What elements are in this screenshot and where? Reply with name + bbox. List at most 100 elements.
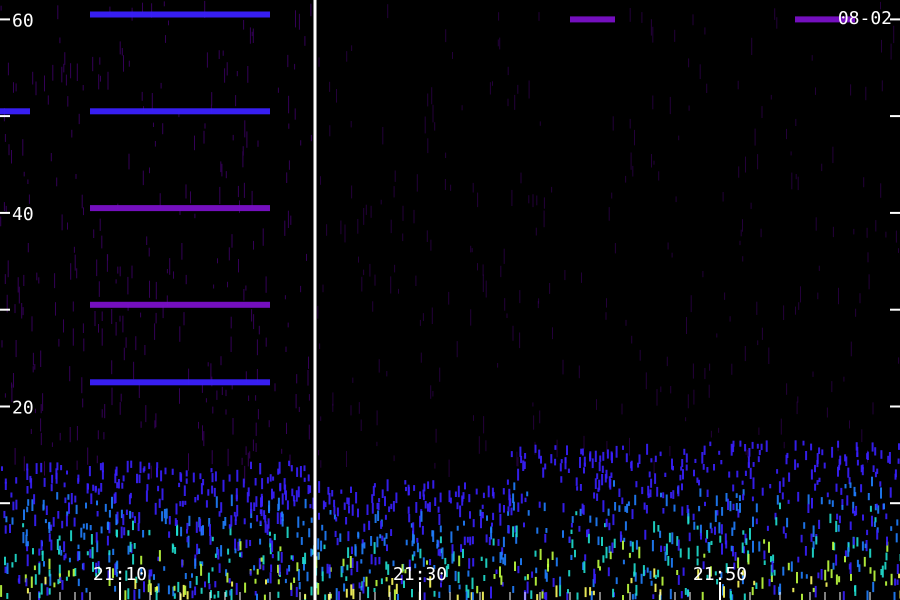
activity-mark: [605, 522, 608, 528]
activity-mark: [749, 467, 752, 479]
activity-mark: [146, 484, 149, 491]
noise-speck: [23, 456, 25, 472]
activity-mark: [823, 462, 826, 469]
noise-speck: [832, 146, 834, 164]
activity-mark: [263, 594, 266, 600]
noise-speck: [248, 395, 250, 401]
noise-speck: [253, 314, 255, 330]
activity-mark: [659, 451, 662, 457]
activity-mark: [317, 552, 320, 560]
noise-speck: [81, 194, 83, 209]
noise-speck: [255, 422, 257, 436]
activity-mark: [531, 571, 534, 578]
activity-mark: [293, 577, 296, 583]
noise-speck: [358, 256, 359, 263]
activity-mark: [807, 494, 810, 505]
noise-speck: [472, 182, 474, 193]
noise-speck: [115, 279, 117, 284]
noise-speck: [745, 156, 746, 173]
activity-mark: [763, 539, 766, 544]
activity-mark: [46, 587, 49, 596]
activity-mark: [568, 536, 571, 543]
activity-mark: [261, 478, 264, 490]
activity-mark: [175, 520, 178, 525]
noise-speck: [73, 246, 75, 253]
noise-speck: [98, 74, 100, 90]
activity-mark: [127, 530, 130, 536]
noise-speck: [629, 437, 630, 456]
activity-mark: [373, 542, 376, 554]
activity-mark: [665, 494, 668, 507]
activity-mark: [757, 456, 760, 463]
noise-speck: [243, 182, 245, 198]
activity-mark: [804, 546, 807, 556]
activity-mark: [622, 445, 624, 450]
noise-speck: [205, 398, 207, 403]
activity-mark: [352, 588, 355, 600]
activity-mark: [188, 515, 191, 527]
activity-mark: [177, 581, 180, 593]
noise-speck: [667, 242, 669, 250]
activity-mark: [377, 502, 380, 511]
activity-mark: [194, 497, 197, 503]
date-label: 08-02: [838, 8, 892, 29]
activity-mark: [571, 539, 574, 549]
activity-mark: [367, 586, 370, 599]
activity-mark: [345, 588, 348, 598]
activity-mark: [706, 467, 709, 473]
activity-mark: [209, 535, 212, 545]
activity-mark: [90, 534, 93, 545]
activity-mark: [607, 508, 610, 516]
activity-mark: [34, 514, 37, 527]
noise-speck: [760, 228, 762, 238]
noise-speck: [288, 95, 290, 114]
noise-speck: [482, 264, 484, 276]
noise-speck: [564, 270, 566, 281]
activity-mark: [765, 440, 768, 452]
noise-speck: [350, 405, 352, 416]
noise-speck: [300, 140, 302, 146]
activity-mark: [295, 586, 298, 598]
activity-mark: [278, 564, 281, 576]
activity-mark: [48, 569, 51, 577]
noise-speck: [22, 307, 24, 316]
activity-mark: [228, 578, 231, 584]
activity-mark: [117, 479, 120, 489]
activity-mark: [526, 581, 529, 594]
activity-mark: [647, 493, 650, 499]
activity-mark: [260, 497, 262, 508]
activity-mark: [701, 591, 704, 600]
noise-speck: [206, 52, 208, 68]
noise-speck: [194, 135, 195, 151]
noise-speck: [131, 265, 133, 279]
activity-mark: [838, 515, 841, 524]
activity-mark: [379, 534, 382, 539]
activity-mark: [714, 510, 717, 522]
activity-mark: [200, 587, 203, 594]
activity-mark: [790, 561, 793, 572]
activity-mark: [368, 569, 371, 574]
activity-mark: [4, 566, 7, 574]
activity-mark: [510, 507, 513, 516]
activity-mark: [297, 486, 300, 498]
activity-mark: [380, 520, 383, 529]
noise-speck: [249, 451, 251, 459]
activity-mark: [195, 521, 198, 533]
noise-speck: [329, 81, 331, 92]
activity-mark: [266, 524, 269, 535]
activity-mark: [736, 470, 739, 478]
activity-mark: [847, 467, 850, 478]
noise-speck: [706, 83, 708, 93]
activity-mark: [295, 490, 298, 502]
activity-mark: [269, 572, 272, 584]
activity-mark: [520, 455, 523, 464]
activity-mark: [0, 585, 3, 597]
noise-speck: [320, 460, 322, 468]
noise-speck: [128, 153, 130, 170]
activity-mark: [625, 453, 628, 463]
activity-mark: [286, 500, 289, 510]
noise-speck: [256, 339, 258, 356]
activity-mark: [108, 550, 111, 556]
activity-mark: [196, 543, 199, 555]
activity-mark: [725, 540, 728, 549]
